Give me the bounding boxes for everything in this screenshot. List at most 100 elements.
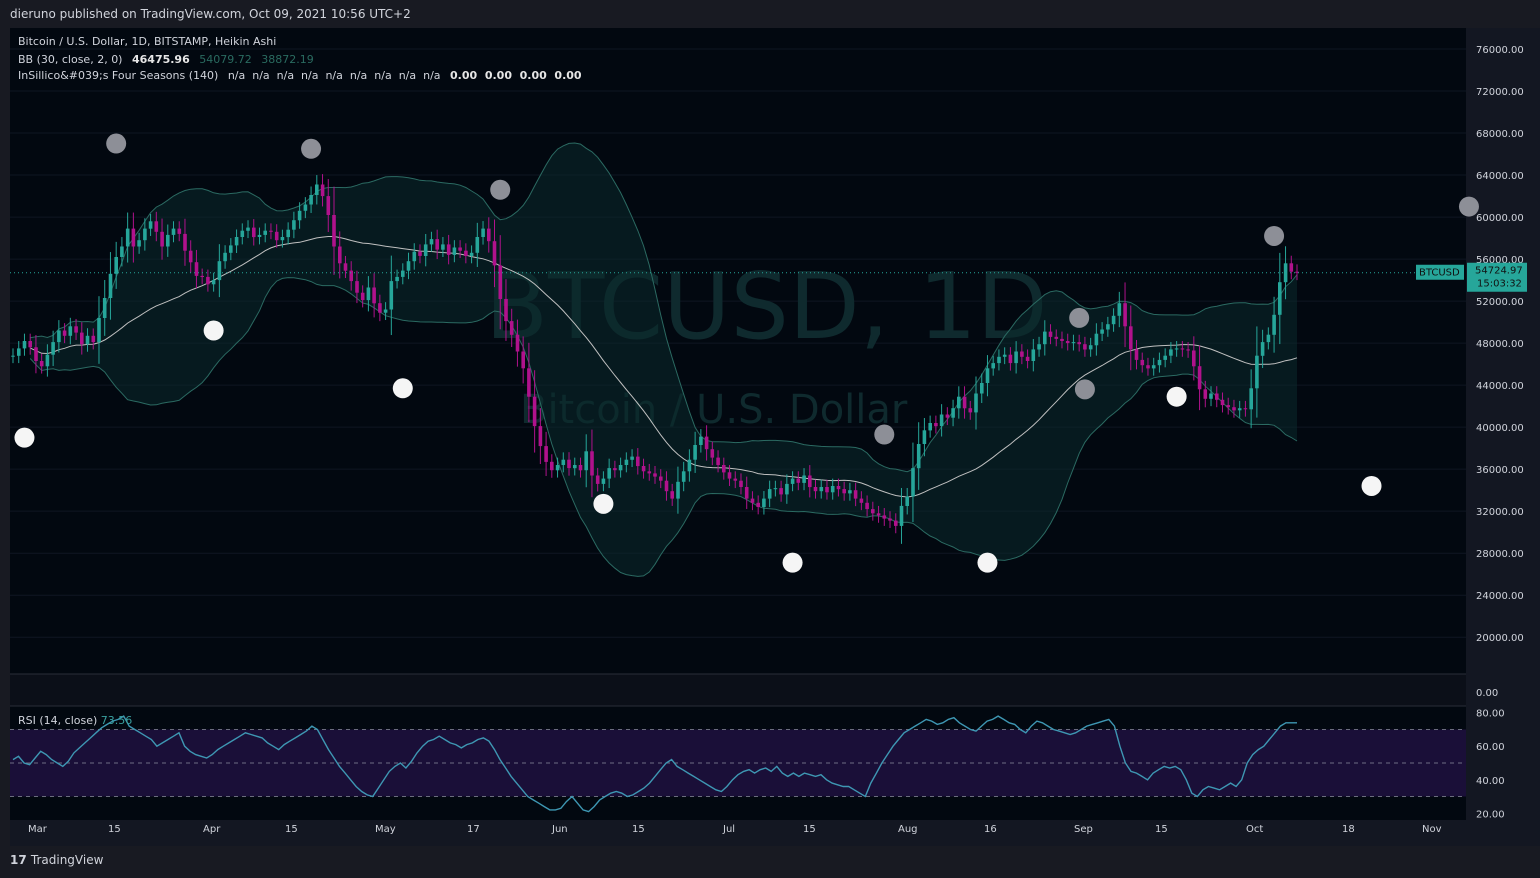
price-tick-label: 44000.00 [1476, 381, 1524, 392]
candle-body [481, 228, 485, 237]
price-axis-bg [1466, 28, 1540, 846]
candle-body [962, 396, 967, 409]
price-tick-label: 36000.00 [1476, 465, 1524, 476]
candle-body [274, 231, 279, 241]
legend-bb-label: BB (30, close, 2, 0) [18, 53, 123, 66]
season-dot-white [392, 378, 413, 399]
candle-body [957, 396, 961, 409]
candle-body [796, 478, 801, 483]
candle-body [618, 465, 623, 471]
candle-body [1014, 351, 1018, 364]
season-dot-gray [490, 179, 511, 200]
logo-icon: 17 [10, 853, 31, 867]
candle-body [951, 408, 955, 418]
season-dot-gray [301, 138, 322, 159]
candle-body [389, 281, 394, 310]
candle-body [871, 509, 875, 514]
candle-body [1272, 314, 1276, 335]
time-tick-label: Mar [28, 824, 48, 835]
time-tick-label: May [375, 824, 396, 835]
price-tick-label: 48000.00 [1476, 339, 1524, 350]
candle-body [899, 505, 904, 526]
candle-body [802, 475, 806, 483]
candle-body [406, 261, 411, 271]
candle-body [693, 445, 697, 460]
candle-body [154, 221, 159, 232]
candle-body [790, 478, 795, 484]
candle-body [246, 227, 250, 231]
candle-body [1071, 342, 1076, 344]
candle-body [1266, 334, 1271, 343]
season-dot-white [1361, 475, 1382, 496]
candle-body [1037, 344, 1041, 350]
candle-body [435, 239, 439, 250]
candle-body [1065, 341, 1070, 344]
candle-body [997, 356, 1001, 364]
season-dot-gray [1264, 225, 1285, 246]
season-dot-gray [1458, 196, 1479, 217]
candle-body [630, 456, 634, 460]
candle-body [395, 276, 399, 282]
candle-body [699, 436, 703, 445]
candle-body [1278, 282, 1282, 315]
candle-body [613, 468, 617, 471]
chart-canvas[interactable]: 76000.00 72000.00 68000.00 64000.00 60000.00… [0, 28, 1540, 846]
time-tick-label: Jul [722, 824, 735, 835]
candle-body [1232, 407, 1236, 411]
time-tick-label: Oct [1246, 824, 1263, 835]
legend-bb: BB (30, close, 2, 0) 46475.96 54079.72 3… [18, 53, 320, 66]
candle-body [968, 408, 973, 413]
symbol-tag: BTCUSD [1419, 268, 1460, 279]
candle-body [412, 251, 417, 262]
candle-body [1031, 349, 1036, 361]
candle-body [1111, 315, 1116, 325]
candle-body [166, 234, 170, 247]
candle-body [1169, 349, 1173, 356]
candle-body [916, 444, 921, 469]
legend-bb-upper: 54079.72 [199, 53, 252, 66]
candle-body [636, 456, 640, 467]
candle-body [595, 475, 600, 484]
publish-bar: dieruno published on TradingView.com, Oc… [0, 0, 1540, 28]
candle-body [762, 498, 766, 507]
time-tick-label: 18 [1342, 824, 1355, 835]
candle-body [446, 244, 451, 255]
candle-body [509, 321, 514, 335]
season-dot-white [593, 493, 614, 514]
candle-body [1043, 331, 1047, 345]
candle-body [980, 383, 984, 394]
candle-body [326, 196, 331, 215]
candle-body [1054, 336, 1059, 339]
candle-body [366, 287, 371, 301]
candle-body [74, 326, 78, 333]
time-tick-label: 15 [632, 824, 645, 835]
candle-body [292, 220, 296, 230]
rsi-tick-label: 60.00 [1476, 742, 1505, 753]
price-tick-label: 60000.00 [1476, 213, 1524, 224]
candle-body [1226, 405, 1230, 408]
time-tick-label: Aug [898, 824, 918, 835]
price-tick-label: 72000.00 [1476, 87, 1524, 98]
candle-body [1140, 359, 1145, 366]
candle-body [739, 480, 743, 487]
candle-body [469, 252, 474, 256]
time-tick-label: 15 [108, 824, 121, 835]
candle-body [1163, 355, 1167, 360]
tradingview-logo[interactable]: 17 TradingView [10, 853, 103, 867]
candle-body [45, 354, 50, 367]
candle-body [1151, 365, 1156, 369]
candle-body [229, 245, 233, 253]
candle-body [252, 227, 256, 238]
legend-bb-lower: 38872.19 [261, 53, 314, 66]
candle-body [39, 361, 44, 367]
candle-body [1289, 263, 1294, 272]
candle-body [859, 498, 864, 503]
candle-body [28, 341, 32, 348]
candle-body [578, 465, 583, 471]
candle-body [315, 184, 319, 195]
candle-body [1117, 303, 1122, 316]
candle-body [607, 468, 611, 479]
time-tick-label: 15 [803, 824, 816, 835]
candle-body [1008, 354, 1013, 364]
season-dot-gray [1074, 379, 1095, 400]
